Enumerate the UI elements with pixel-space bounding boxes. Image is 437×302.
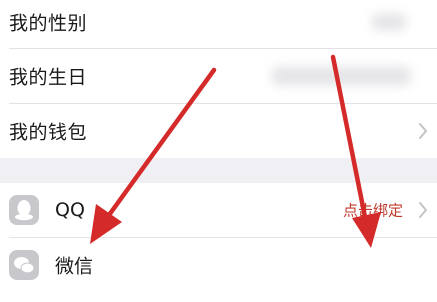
- row-qq[interactable]: QQ 点击绑定: [0, 183, 437, 237]
- row-wallet[interactable]: 我的钱包: [0, 104, 437, 158]
- gender-label: 我的性别: [9, 12, 88, 35]
- wechat-label: 微信: [55, 255, 94, 278]
- wallet-label: 我的钱包: [9, 121, 88, 144]
- chevron-right-icon: [419, 123, 427, 139]
- linked-accounts-section: QQ 点击绑定 微信: [0, 183, 437, 302]
- wechat-icon: [9, 250, 39, 280]
- qq-bind-status[interactable]: 点击绑定: [343, 200, 403, 221]
- chevron-right-icon: [419, 202, 427, 218]
- row-wechat[interactable]: 微信: [0, 238, 437, 292]
- birthday-value-blurred: [271, 66, 411, 86]
- row-birthday[interactable]: 我的生日: [0, 49, 437, 103]
- qq-label: QQ: [55, 199, 85, 221]
- row-gender[interactable]: 我的性别: [0, 0, 437, 49]
- gender-value-blurred: [371, 13, 407, 31]
- birthday-label: 我的生日: [9, 66, 88, 89]
- profile-section: 我的性别 我的生日 我的钱包: [0, 0, 437, 158]
- account-settings-screen: 我的性别 我的生日 我的钱包 QQ 点击绑定 微信: [0, 0, 437, 302]
- qq-icon: [9, 195, 39, 225]
